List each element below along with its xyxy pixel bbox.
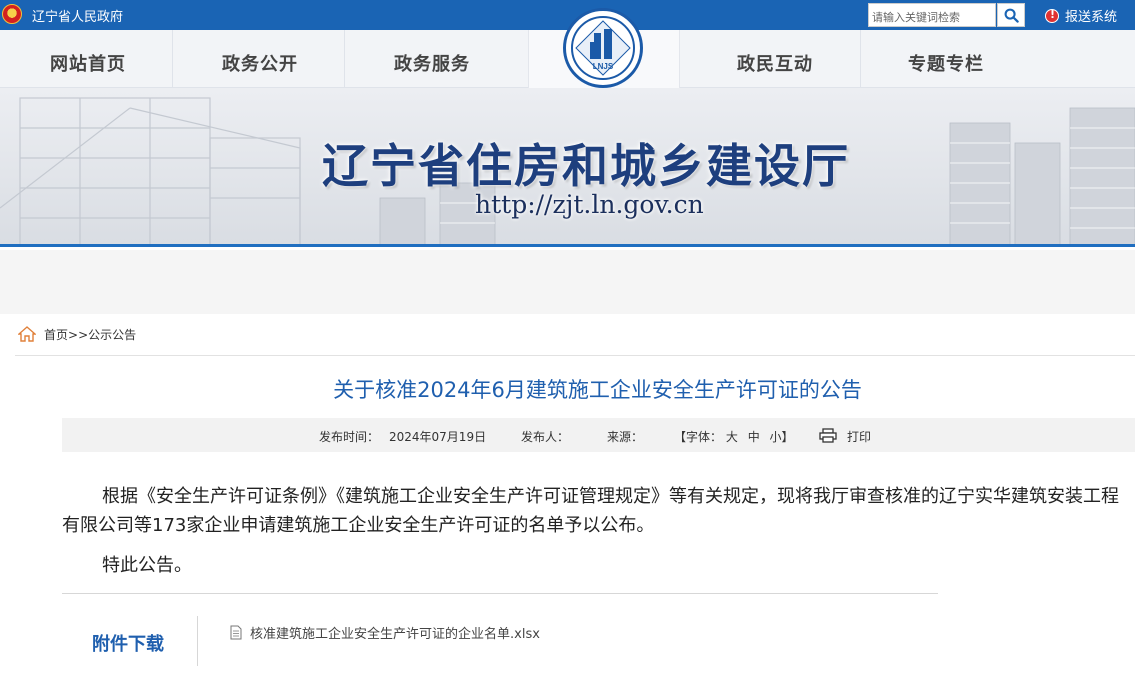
article-paragraph: 根据《安全生产许可证条例》《建筑施工企业安全生产许可证管理规定》等有关规定，现将… [62, 486, 1119, 536]
search-button[interactable] [997, 3, 1025, 27]
article-body: 根据《安全生产许可证条例》《建筑施工企业安全生产许可证管理规定》等有关规定，现将… [62, 482, 1135, 580]
font-size-label: 【字体： [674, 430, 723, 444]
home-icon [18, 326, 36, 342]
logo-text: LNJS [593, 62, 614, 71]
font-size-control: 【字体： 大 中 小】 [674, 428, 794, 445]
attachment-file-link[interactable]: 核准建筑施工企业安全生产许可证的企业名单.xlsx [250, 623, 540, 642]
breadcrumb-divider [15, 355, 1135, 356]
department-logo-icon: LNJS [571, 16, 635, 80]
nav-interaction[interactable]: 政民互动 [737, 50, 813, 76]
top-bar: 辽宁省人民政府 请输入关键词检索 报送系统 [0, 0, 1135, 30]
attachment-divider [62, 593, 938, 594]
font-size-large[interactable]: 大 [726, 430, 738, 444]
nav-gov-affairs-open[interactable]: 政务公开 [222, 50, 298, 76]
print-link[interactable]: 打印 [847, 428, 871, 445]
banner-title: 辽宁省住房和城乡建设厅 [322, 139, 850, 193]
nav-home[interactable]: 网站首页 [50, 50, 126, 76]
article-paragraph-closing: 特此公告。 [102, 555, 192, 576]
alert-icon [1045, 8, 1059, 23]
content-spacer [0, 250, 1135, 314]
breadcrumb-separator: >> [68, 327, 89, 342]
file-icon [230, 625, 242, 640]
source-label: 来源： [607, 430, 644, 444]
attachment-item[interactable]: 核准建筑施工企业安全生产许可证的企业名单.xlsx [230, 623, 540, 642]
search-input[interactable]: 请输入关键词检索 [868, 3, 996, 27]
publish-date-label: 发布时间： [319, 430, 380, 444]
report-system-link[interactable]: 报送系统 [1045, 6, 1117, 25]
font-size-medium[interactable]: 中 [748, 430, 760, 444]
nav-divider [172, 30, 173, 88]
header-banner: 辽宁省住房和城乡建设厅 http://zjt.ln.gov.cn [0, 88, 1135, 247]
nav-special-topics[interactable]: 专题专栏 [908, 50, 984, 76]
publisher-label: 发布人： [521, 430, 570, 444]
publish-date-value: 2024年07月19日 [389, 430, 487, 444]
attachment-section-label: 附件下载 [92, 634, 164, 655]
gov-portal-link[interactable]: 辽宁省人民政府 [32, 6, 123, 25]
nav-gov-services[interactable]: 政务服务 [394, 50, 470, 76]
search-icon [1004, 8, 1019, 23]
attachment-vertical-divider [197, 616, 198, 666]
font-size-small[interactable]: 小】 [770, 430, 794, 444]
department-logo[interactable]: LNJS [563, 8, 643, 88]
breadcrumb: 首页>>公示公告 [18, 325, 136, 343]
nav-divider [344, 30, 345, 88]
national-emblem-icon [2, 4, 22, 24]
banner-url: http://zjt.ln.gov.cn [475, 190, 704, 219]
breadcrumb-current-link[interactable]: 公示公告 [88, 328, 136, 342]
article-title: 关于核准2024年6月建筑施工企业安全生产许可证的公告 [333, 378, 862, 402]
breadcrumb-home-link[interactable]: 首页 [44, 328, 68, 342]
printer-icon[interactable] [819, 428, 837, 443]
report-system-label: 报送系统 [1065, 10, 1118, 25]
article-meta-bar: 发布时间： 2024年07月19日 发布人： 来源： 【字体： 大 中 小】 打… [62, 418, 1135, 452]
nav-divider [860, 30, 861, 88]
